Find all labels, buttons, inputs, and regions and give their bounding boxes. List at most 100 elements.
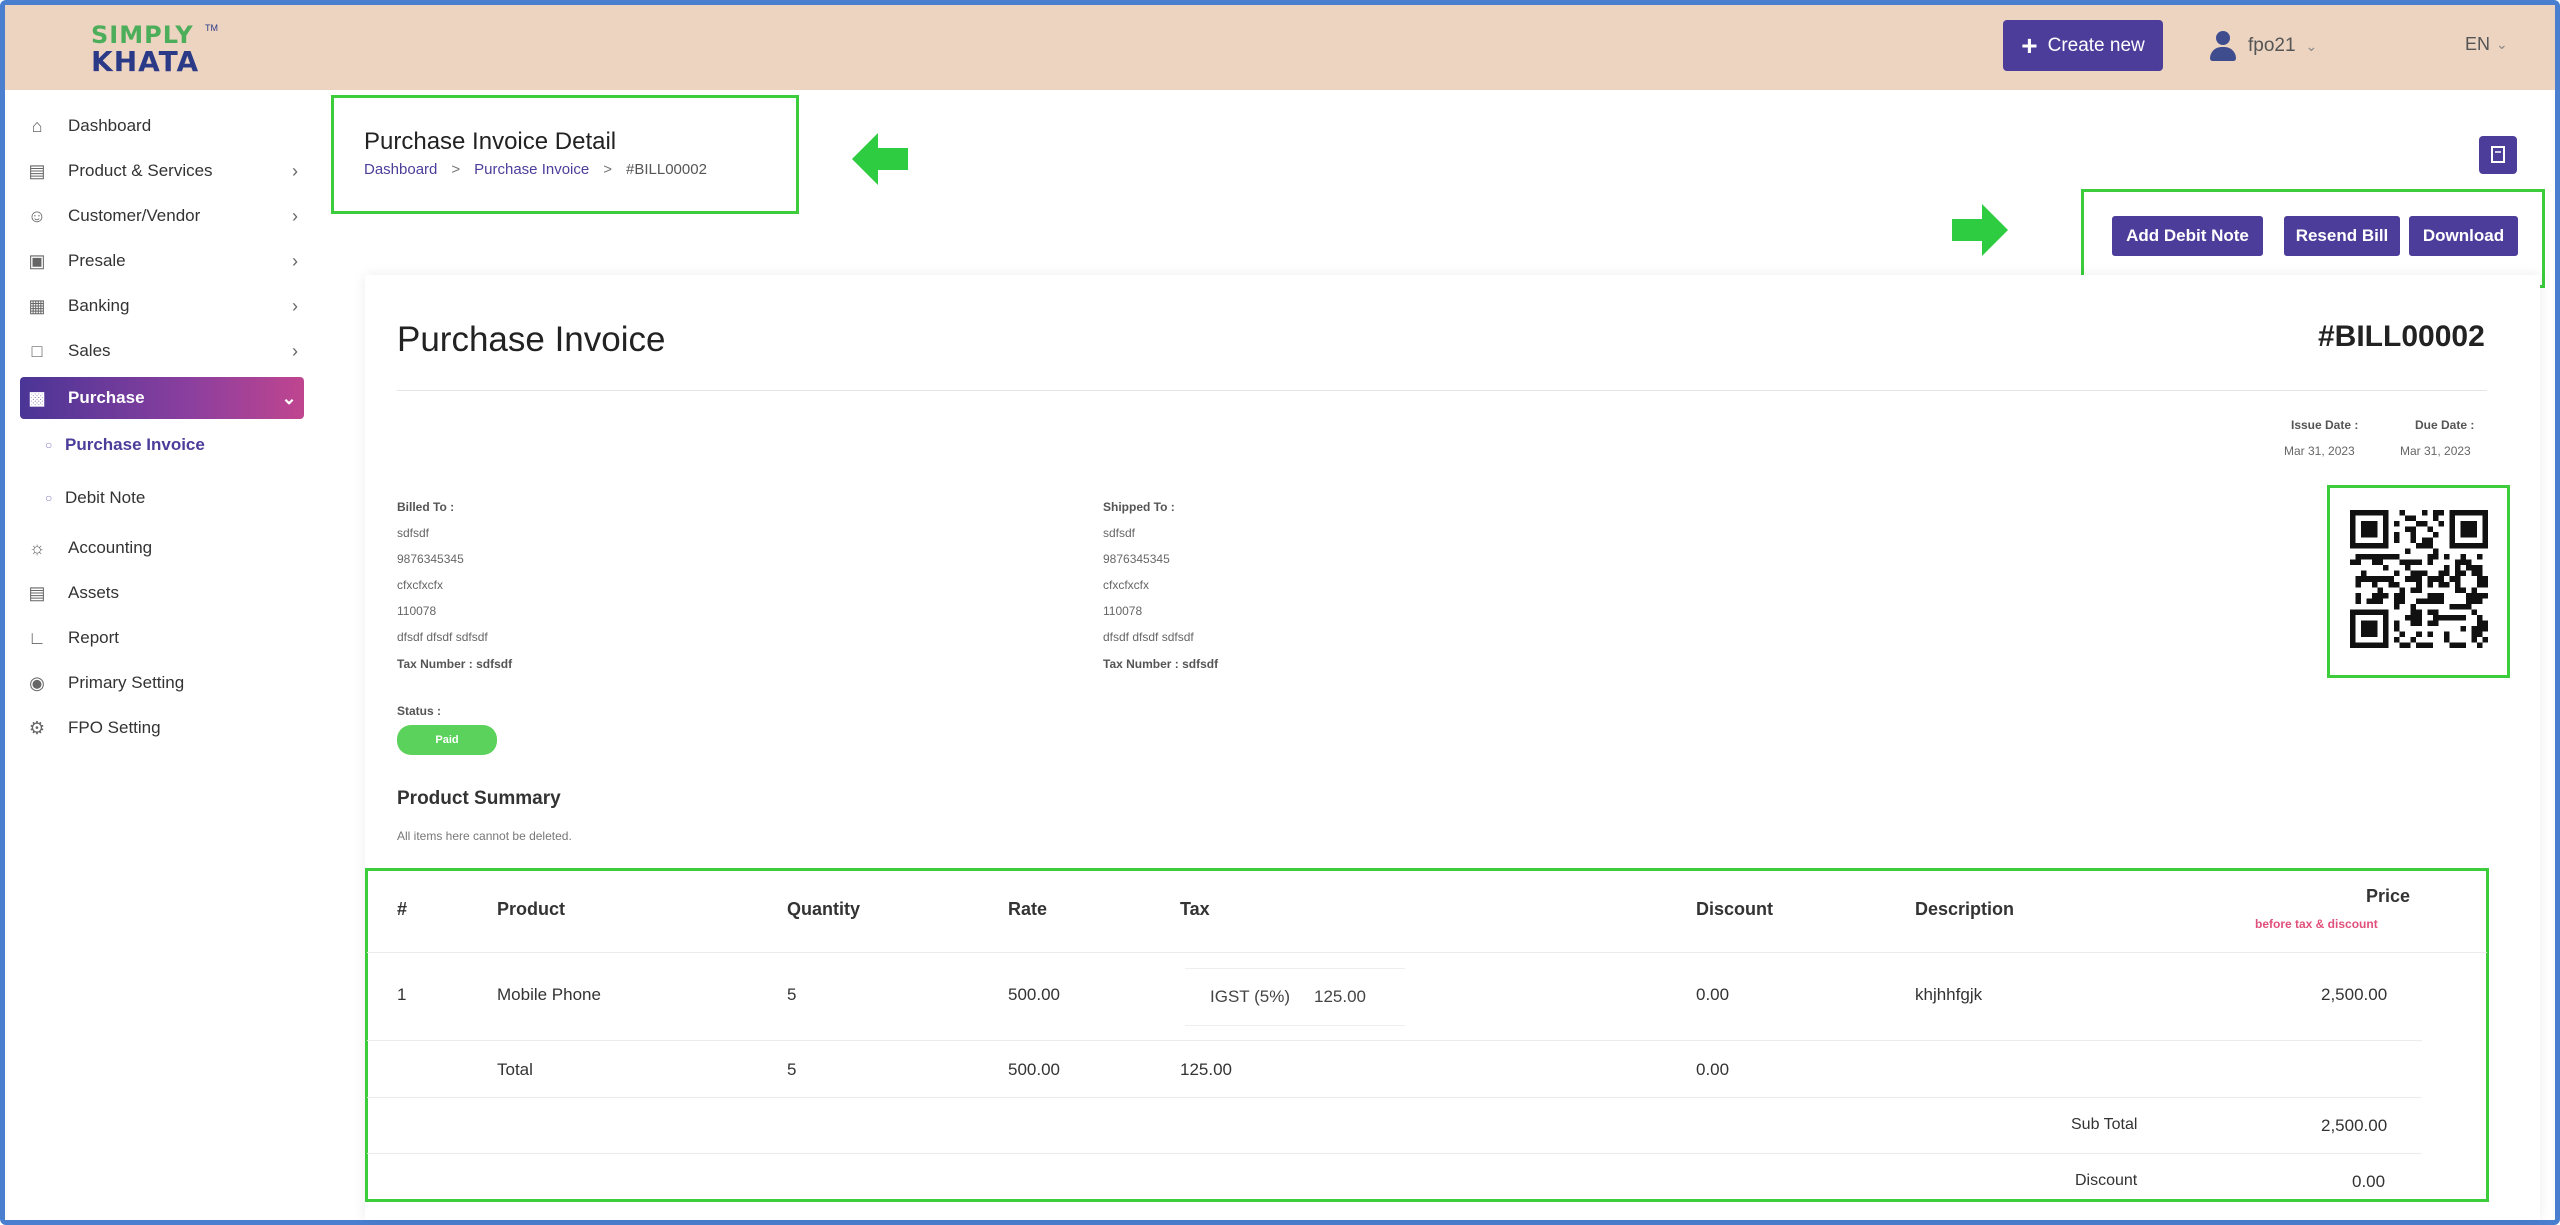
sidebar-item-presale[interactable]: ▣ Presale › (20, 241, 310, 281)
column-header-quantity: Quantity (787, 899, 861, 919)
add-debit-note-button[interactable]: Add Debit Note (2112, 216, 2263, 256)
chevron-right-icon: › (292, 205, 298, 226)
column-header-tax: Tax (1180, 899, 1210, 919)
create-new-button[interactable]: + Create new (2003, 20, 2163, 71)
sidebar-item-sales[interactable]: □ Sales › (20, 331, 310, 371)
resend-bill-button[interactable]: Resend Bill (2284, 216, 2400, 256)
column-header-discount: Discount (1696, 899, 1774, 919)
total-rate: 500.00 (1008, 1060, 1060, 1079)
cell-rate: 500.00 (1008, 985, 1060, 1004)
logo-text-bottom: KHATA (91, 45, 200, 78)
chevron-right-icon: › (292, 160, 298, 181)
row-divider (367, 1040, 2422, 1041)
sidebar-item-label: Sales (68, 341, 111, 360)
chevron-down-icon: ⌄ (281, 387, 297, 408)
sidebar-item-primary-setting[interactable]: ◉ Primary Setting (20, 663, 310, 703)
total-quantity: 5 (787, 1060, 797, 1079)
bullet-icon: ○ (45, 491, 53, 505)
sidebar-item-dashboard[interactable]: ⌂ Dashboard (20, 106, 310, 146)
price-note: before tax & discount (2255, 917, 2378, 931)
tax-name: IGST (5%) (1210, 987, 1290, 1006)
sidebar-item-banking[interactable]: ▦ Banking › (20, 286, 310, 326)
user-add-icon: ☺ (27, 205, 47, 226)
invoice-number: #BILL00002 (2318, 320, 2485, 353)
sidebar-item-report[interactable]: ∟ Report (20, 618, 310, 658)
cell-tax: IGST (5%) 125.00 (1185, 968, 1405, 1026)
column-header-product: Product (497, 899, 566, 919)
cell-quantity: 5 (787, 985, 797, 1004)
arrow-left-icon (852, 133, 908, 185)
sidebar-item-label: Purchase (68, 388, 145, 407)
page-title: Purchase Invoice Detail (364, 128, 617, 155)
shipped-to-label: Shipped To : (1103, 500, 1175, 514)
subtotal-label: Sub Total (2071, 1116, 2138, 1133)
chevron-right-icon: › (292, 295, 298, 316)
sidebar-item-fpo-setting[interactable]: ⚙ FPO Setting (20, 708, 310, 748)
breadcrumb-dashboard[interactable]: Dashboard (364, 161, 437, 178)
assets-icon: ▤ (28, 582, 46, 603)
sidebar-item-label: FPO Setting (68, 718, 161, 737)
cell-description: khjhhfgjk (1915, 985, 1983, 1004)
sidebar-item-assets[interactable]: ▤ Assets (20, 573, 310, 613)
chevron-down-icon: ⌄ (2496, 36, 2508, 52)
sidebar-subitem-label: Debit Note (65, 488, 146, 507)
column-header-rate: Rate (1008, 899, 1048, 919)
chevron-down-icon: ⌄ (2305, 37, 2318, 54)
user-menu[interactable]: fpo21 ⌄ (2208, 26, 2317, 66)
cell-num: 1 (397, 985, 407, 1004)
column-header-description: Description (1915, 899, 2015, 919)
report-icon: ∟ (28, 627, 46, 648)
sidebar-item-accounting[interactable]: ☼ Accounting (20, 528, 310, 568)
sidebar-item-label: Product & Services (68, 161, 213, 180)
briefcase-icon: ▣ (28, 250, 46, 271)
cell-product: Mobile Phone (497, 985, 601, 1004)
column-header-price: Price (2366, 886, 2411, 906)
chevron-right-icon: › (292, 250, 298, 271)
plus-icon: + (2021, 29, 2038, 61)
download-button[interactable]: Download (2409, 216, 2518, 256)
sidebar-item-label: Customer/Vendor (68, 206, 201, 225)
sidebar-item-purchase[interactable]: ▩ Purchase ⌄ (20, 377, 304, 419)
billed-to-line: 9876345345 (397, 552, 464, 566)
sidebar-item-label: Dashboard (68, 116, 152, 135)
bank-icon: ▦ (28, 295, 46, 316)
sidebar-subitem-purchase-invoice[interactable]: ○ Purchase Invoice (45, 428, 205, 462)
sidebar-item-product-services[interactable]: ▤ Product & Services › (20, 151, 310, 191)
shipped-to-line: cfxcfxcfx (1103, 578, 1150, 592)
sidebar-item-customer-vendor[interactable]: ☺ Customer/Vendor › (20, 196, 310, 236)
product-summary-title: Product Summary (397, 788, 561, 809)
billed-to-line: 110078 (397, 604, 437, 618)
cell-discount: 0.00 (1696, 985, 1730, 1004)
breadcrumb: Dashboard > Purchase Invoice > #BILL0000… (364, 161, 707, 178)
product-summary-note: All items here cannot be deleted. (397, 829, 572, 843)
sidebar-subitem-debit-note[interactable]: ○ Debit Note (45, 481, 145, 515)
create-new-label: Create new (2047, 34, 2145, 56)
sidebar-item-label: Accounting (68, 538, 153, 557)
row-divider (367, 952, 2487, 953)
copy-icon (2491, 146, 2505, 163)
discount-value: 0.00 (2352, 1172, 2386, 1191)
billed-to-label: Billed To : (397, 500, 455, 514)
subtotal-value: 2,500.00 (2321, 1116, 2388, 1135)
home-icon: ⌂ (31, 115, 43, 136)
sidebar-item-label: Report (68, 628, 120, 647)
status-badge: Paid (397, 725, 497, 755)
shipped-to-line: dfsdf dfsdf sdfsdf (1103, 630, 1194, 644)
copy-button[interactable] (2479, 136, 2517, 174)
total-label: Total (497, 1060, 533, 1079)
due-date-label: Due Date : (2415, 418, 2475, 432)
discount-label: Discount (2075, 1172, 2138, 1189)
app-logo[interactable]: SIMPLY KHATA TM (87, 19, 227, 78)
cart-icon: ▤ (28, 160, 46, 181)
user-name: fpo21 (2248, 35, 2296, 56)
sidebar-item-label: Assets (68, 583, 120, 602)
cell-price: 2,500.00 (2321, 985, 2388, 1004)
sidebar-item-label: Presale (68, 251, 126, 270)
language-selector[interactable]: EN ⌄ (2465, 34, 2508, 55)
language-label: EN (2465, 34, 2491, 54)
sidebar-subitem-label: Purchase Invoice (65, 435, 205, 454)
breadcrumb-purchase-invoice[interactable]: Purchase Invoice (474, 161, 589, 178)
breadcrumb-separator: > (603, 161, 612, 178)
shipped-to-tax-number: Tax Number : sdfsdf (1103, 657, 1219, 671)
arrow-right-icon (1952, 204, 2008, 256)
